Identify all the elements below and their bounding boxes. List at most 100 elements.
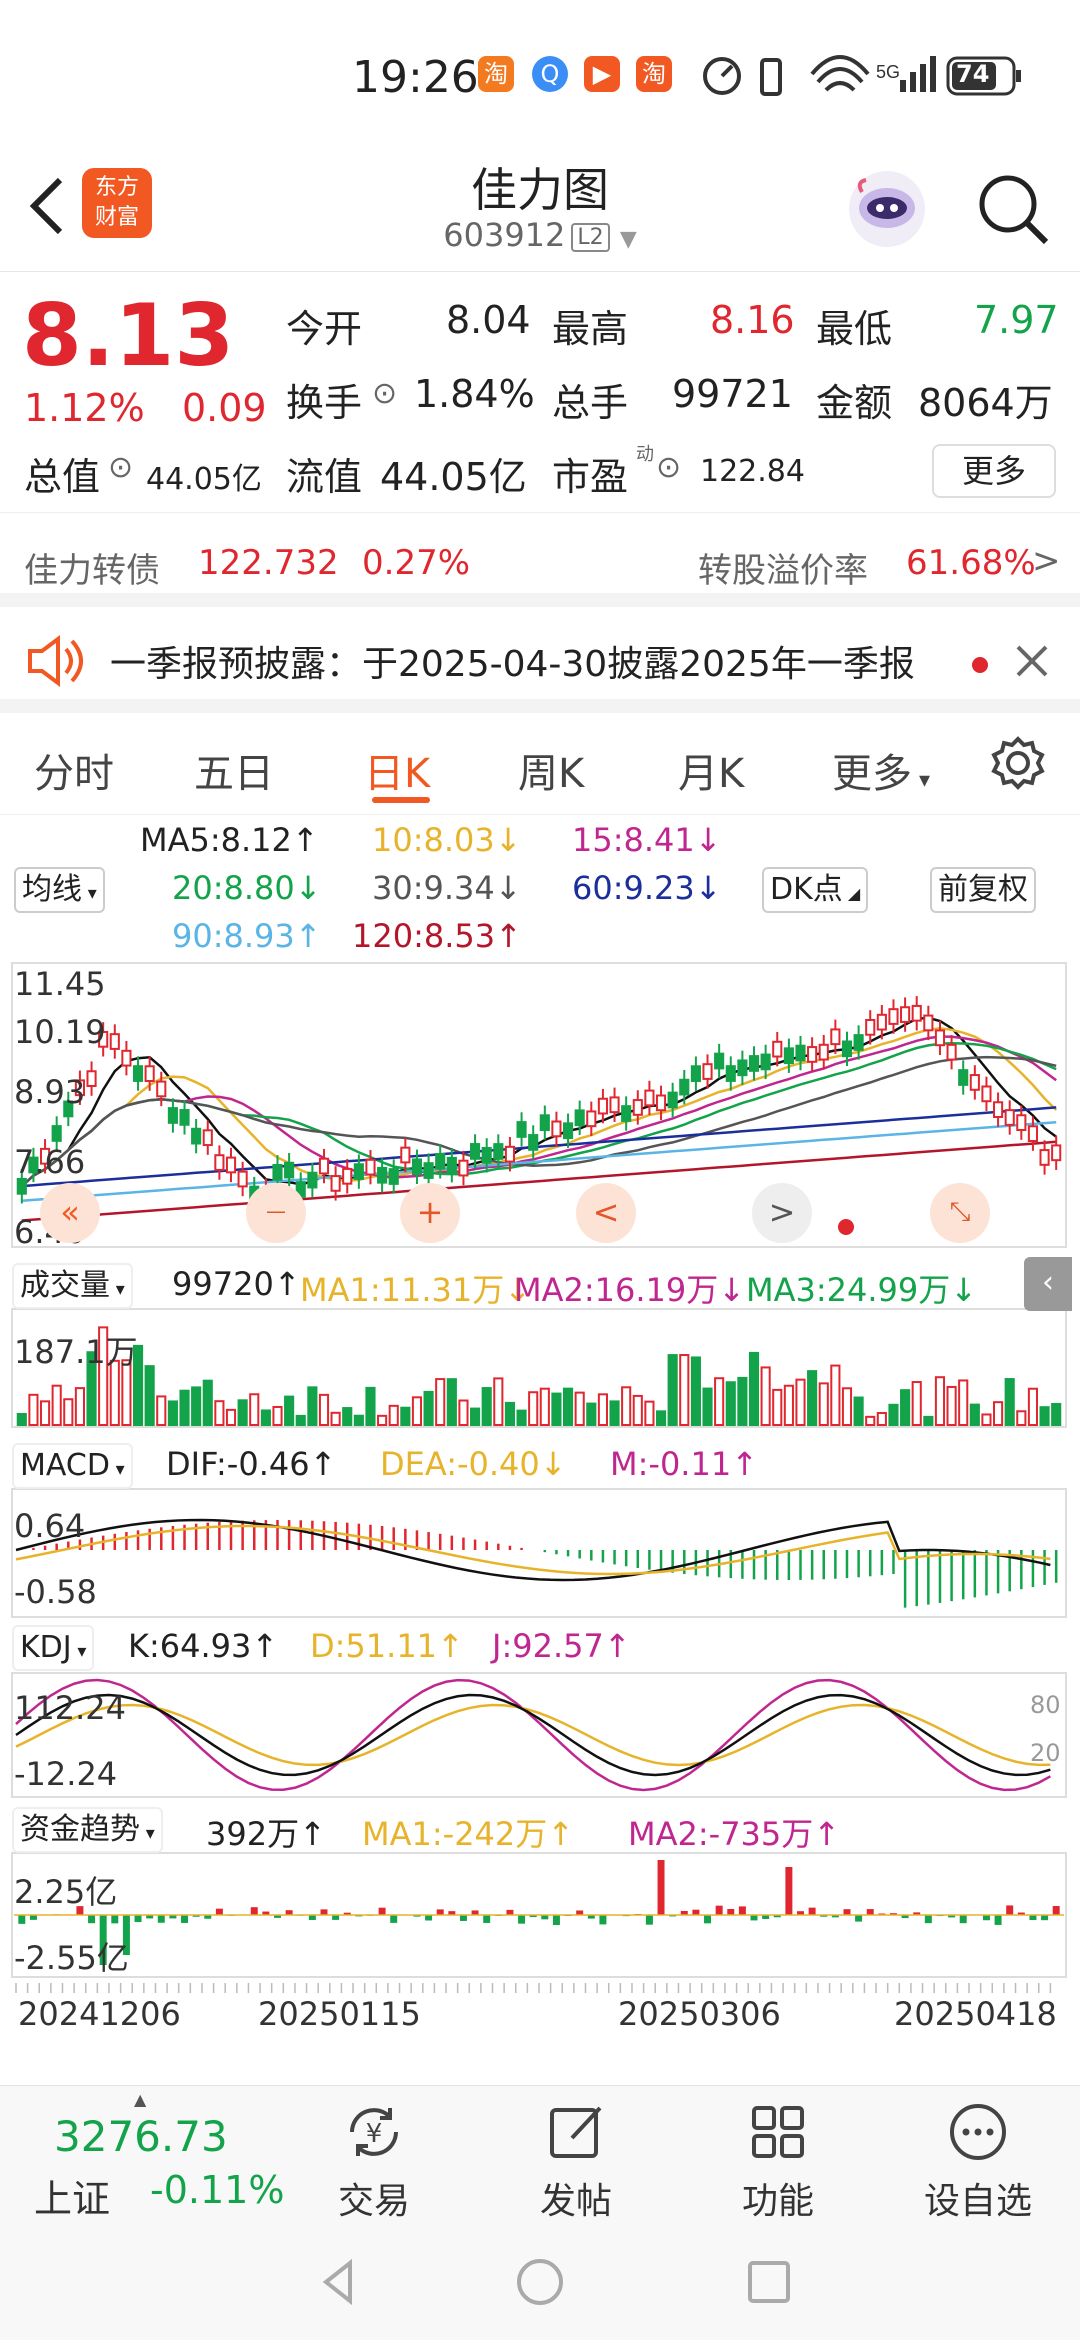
- candle-body: [1051, 1144, 1062, 1162]
- scroll-left-fast-button[interactable]: «: [40, 1183, 100, 1243]
- fund-bar: [436, 1909, 444, 1915]
- volume-bar: [644, 1400, 655, 1426]
- volume-bar: [377, 1414, 388, 1427]
- volume-bar: [934, 1376, 946, 1427]
- candle-body: [109, 1033, 120, 1050]
- candle-body: [318, 1157, 330, 1175]
- fund-bar: [924, 1915, 932, 1924]
- volume-selector[interactable]: 成交量 ▾: [12, 1263, 133, 1309]
- kdj-selector[interactable]: KDJ ▾: [12, 1625, 95, 1671]
- candle-body: [353, 1163, 364, 1180]
- float-cap-value: 44.05亿: [380, 455, 527, 499]
- tab-daily-k[interactable]: 日K: [364, 741, 430, 799]
- caret-down-icon: ▾: [140, 1823, 155, 1844]
- candle-body: [923, 1014, 934, 1032]
- index-name[interactable]: 上证: [34, 2168, 110, 2223]
- tab-more[interactable]: 更多 ▾: [832, 741, 930, 799]
- edit-post-icon: [550, 2106, 602, 2158]
- fund-trend-selector[interactable]: 资金趋势 ▾: [12, 1807, 163, 1853]
- fund-bar: [111, 1915, 119, 1924]
- volume-bar: [295, 1414, 306, 1427]
- zoom-out-button[interactable]: —: [246, 1183, 306, 1243]
- price-axis-4: 7.66: [14, 1143, 86, 1181]
- tab-monthly-k[interactable]: 月K: [678, 741, 744, 799]
- candle-body: [458, 1159, 469, 1177]
- caret-down-icon: ▾: [82, 883, 97, 904]
- caret-down-icon: ▾: [71, 1641, 87, 1662]
- amount-value: 8064万: [918, 381, 1053, 425]
- volume-bar: [911, 1381, 922, 1426]
- bond-pct: 0.27%: [362, 543, 471, 583]
- fullscreen-icon[interactable]: ⤡: [930, 1183, 990, 1243]
- amount-label: 金额: [816, 381, 893, 425]
- unread-dot: [972, 657, 988, 673]
- trade-icon: ¥: [350, 2108, 398, 2156]
- search-icon[interactable]: [968, 164, 1058, 254]
- volume-label: 总手: [552, 381, 629, 425]
- zoom-in-button[interactable]: +: [400, 1183, 460, 1243]
- fund-bar: [518, 1915, 526, 1924]
- volume-bar: [167, 1400, 178, 1426]
- volume-bar: [353, 1414, 364, 1427]
- adjust-button[interactable]: 前复权: [930, 867, 1036, 913]
- caret-down-icon: ▾: [109, 1459, 125, 1480]
- macd-m: M:-0.11↑: [610, 1445, 758, 1483]
- trade-button[interactable]: ¥ 交易: [274, 2086, 474, 2224]
- fund-bar: [715, 1905, 723, 1915]
- tab-weekly-k[interactable]: 周K: [518, 741, 584, 799]
- ma-selector[interactable]: 均线 ▾: [14, 867, 105, 913]
- settings-gear-icon[interactable]: [990, 733, 1050, 793]
- notice-bar[interactable]: 一季报预披露：于2025-04-30披露2025年一季报: [0, 607, 1080, 713]
- kline-chart-area[interactable]: MA5:8.12↑ 10:8.03↓ 15:8.41↓ 均线 ▾ 20:8.80…: [0, 815, 1080, 2075]
- tab-intraday[interactable]: 分时: [34, 741, 114, 799]
- candle-body: [993, 1101, 1004, 1118]
- candle-body: [934, 1029, 946, 1047]
- fund-bar: [785, 1867, 793, 1915]
- info-icon-3[interactable]: ⊙: [656, 450, 681, 485]
- collapse-panel-button[interactable]: ‹: [1024, 1257, 1072, 1311]
- volume-value: 99720↑: [172, 1265, 301, 1303]
- macd-selector-label: MACD: [20, 1448, 110, 1483]
- volume-bar: [900, 1389, 911, 1427]
- fund-bar: [88, 1915, 96, 1924]
- tab-five-day[interactable]: 五日: [194, 741, 274, 799]
- dk-point-button[interactable]: DK点 ◢: [762, 867, 869, 913]
- candle-body: [132, 1065, 144, 1082]
- candle-body: [16, 1177, 27, 1195]
- fund-bar: [808, 1907, 816, 1915]
- post-button[interactable]: 发帖: [476, 2086, 676, 2224]
- expand-arrow-icon[interactable]: ▲: [134, 2090, 146, 2109]
- candle-body: [435, 1153, 446, 1170]
- add-watchlist-button[interactable]: 设自选: [878, 2086, 1078, 2224]
- scroll-left-button[interactable]: <: [576, 1183, 636, 1243]
- candle-body: [737, 1059, 748, 1077]
- volume-bar: [562, 1387, 574, 1426]
- volume-bar: [574, 1391, 585, 1426]
- fund-bar: [994, 1915, 1002, 1925]
- function-button[interactable]: 功能: [678, 2086, 878, 2224]
- level-badge: L2: [571, 222, 610, 252]
- fund-bar: [18, 1915, 26, 1924]
- tab-more-label: 更多: [832, 751, 912, 797]
- info-icon-2[interactable]: ⊙: [108, 450, 133, 485]
- candle-body: [609, 1096, 620, 1114]
- candle-body: [191, 1127, 202, 1145]
- close-icon[interactable]: [1010, 639, 1060, 689]
- scroll-right-button[interactable]: >: [752, 1183, 812, 1243]
- candle-body: [504, 1145, 516, 1163]
- more-button[interactable]: 更多: [932, 444, 1056, 498]
- more-dots-icon: [950, 2104, 1006, 2160]
- macd-selector[interactable]: MACD ▾: [12, 1443, 133, 1489]
- info-icon[interactable]: ⊙: [372, 376, 397, 411]
- candle-body: [760, 1053, 771, 1071]
- convertible-bond-row[interactable]: 佳力转债 122.732 0.27% 转股溢价率 61.68% >: [0, 512, 1080, 607]
- volume-bar: [28, 1393, 39, 1426]
- fund-bar: [552, 1915, 560, 1925]
- volume-bar: [63, 1398, 74, 1426]
- candle-body: [841, 1040, 853, 1058]
- fund-bar: [599, 1915, 607, 1925]
- candle-body: [690, 1065, 701, 1083]
- candle-body: [853, 1034, 864, 1051]
- robot-assistant-icon[interactable]: [842, 164, 932, 254]
- candle-body: [86, 1070, 97, 1087]
